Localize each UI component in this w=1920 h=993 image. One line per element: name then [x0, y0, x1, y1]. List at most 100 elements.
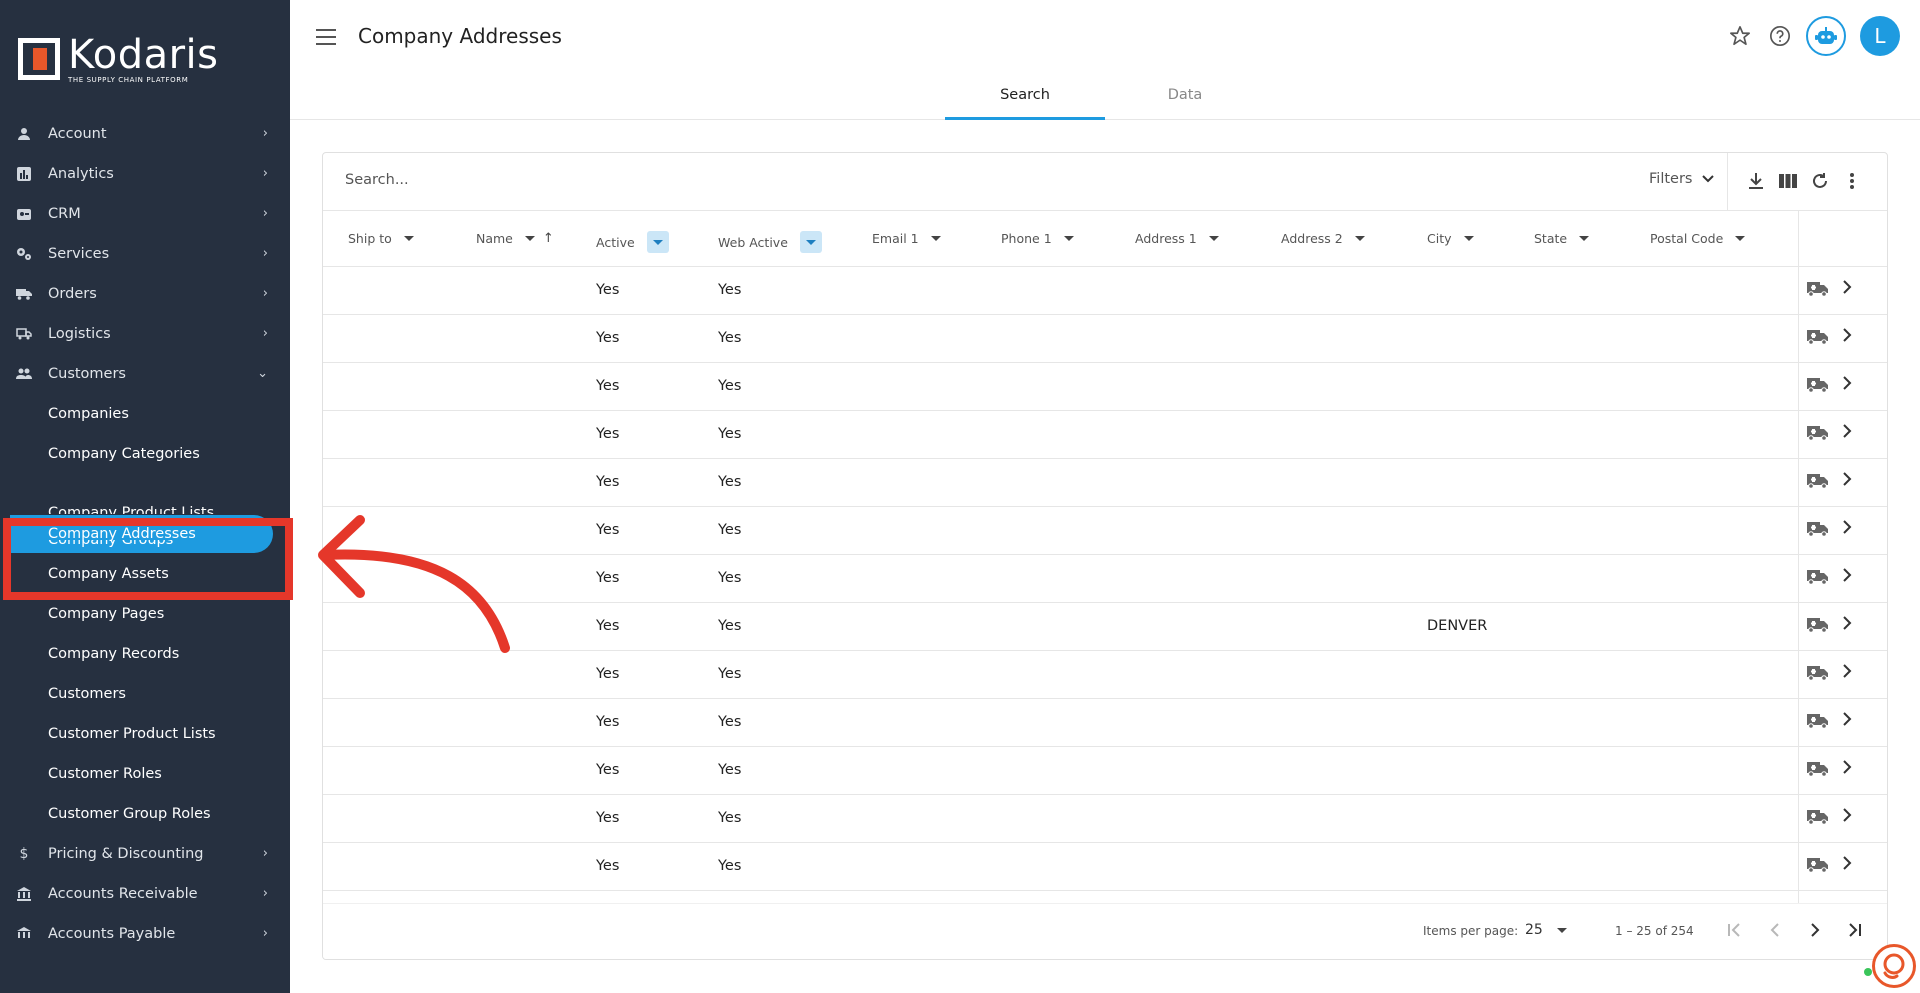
table-row[interactable]: Yes Yes	[323, 267, 1887, 315]
table-row[interactable]: Yes Yes	[323, 555, 1887, 603]
sidebar-subitem-customer-product-lists[interactable]: Customer Product Lists	[0, 714, 290, 754]
shipping-truck-icon[interactable]	[1807, 377, 1829, 393]
table-row[interactable]: Yes Yes	[323, 651, 1887, 699]
cell-city: DENVER	[1427, 618, 1488, 634]
active-filter-caret-icon[interactable]	[646, 231, 669, 253]
sidebar-subitem-customer-group-roles[interactable]: Customer Group Roles	[0, 794, 290, 834]
sidebar-subitem-customer-roles[interactable]: Customer Roles	[0, 754, 290, 794]
table-row[interactable]: Yes Yes DENVER	[323, 603, 1887, 651]
chevron-right-icon[interactable]	[1843, 807, 1852, 826]
sidebar-item-analytics[interactable]: Analytics ›	[0, 154, 290, 194]
active-filter-caret-icon[interactable]	[799, 231, 822, 253]
table-row[interactable]: Yes Yes	[323, 747, 1887, 795]
shipping-truck-icon[interactable]	[1807, 425, 1829, 441]
sidebar-subitem-company-pages[interactable]: Company Pages	[0, 594, 290, 634]
table-row[interactable]: Yes Yes	[323, 363, 1887, 411]
sidebar-subitem-company-categories[interactable]: Company Categories	[0, 434, 290, 474]
sidebar-subitem-company-product-lists[interactable]: Company Product Lists	[0, 474, 290, 514]
shipping-truck-icon[interactable]	[1807, 665, 1829, 681]
toolbar-divider	[1727, 153, 1728, 211]
star-icon[interactable]	[1728, 24, 1752, 48]
chevron-right-icon[interactable]	[1843, 375, 1852, 394]
column-header-city[interactable]: City	[1427, 231, 1474, 246]
help-icon[interactable]	[1768, 24, 1792, 48]
filters-button[interactable]: Filters	[1649, 171, 1715, 187]
column-header-phone-1[interactable]: Phone 1	[1001, 231, 1074, 246]
sidebar-subitem-customers[interactable]: Customers	[0, 674, 290, 714]
shipping-truck-icon[interactable]	[1807, 713, 1829, 729]
previous-page-icon[interactable]	[1763, 918, 1787, 942]
column-label: Ship to	[348, 231, 392, 246]
items-per-page-select[interactable]: 25	[1525, 922, 1567, 938]
sidebar-subitem-company-assets[interactable]: Company Assets	[0, 554, 290, 594]
column-header-address-2[interactable]: Address 2	[1281, 231, 1365, 246]
shipping-truck-icon[interactable]	[1807, 281, 1829, 297]
table-row[interactable]: Yes Yes	[323, 795, 1887, 843]
shipping-truck-icon[interactable]	[1807, 521, 1829, 537]
sidebar-item-customers[interactable]: Customers ⌄	[0, 354, 290, 394]
chevron-right-icon[interactable]	[1843, 663, 1852, 682]
sidebar-item-label: Analytics	[48, 166, 114, 182]
sidebar-subitem-company-records[interactable]: Company Records	[0, 634, 290, 674]
chevron-right-icon[interactable]	[1843, 567, 1852, 586]
dropdown-caret-icon	[524, 236, 535, 241]
sort-ascending-icon[interactable]: ↑	[543, 231, 554, 246]
shipping-truck-icon[interactable]	[1807, 329, 1829, 345]
sidebar-item-crm[interactable]: CRM ›	[0, 194, 290, 234]
column-header-web-active[interactable]: Web Active	[718, 231, 822, 253]
table-row[interactable]: Yes Yes	[323, 699, 1887, 747]
table-tools	[1745, 170, 1873, 192]
chevron-right-icon[interactable]	[1843, 279, 1852, 298]
sidebar-item-orders[interactable]: Orders ›	[0, 274, 290, 314]
assistant-bot-button[interactable]	[1806, 16, 1846, 56]
chevron-right-icon[interactable]	[1843, 471, 1852, 490]
user-avatar[interactable]: L	[1860, 16, 1900, 56]
chevron-right-icon[interactable]	[1843, 615, 1852, 634]
download-icon[interactable]	[1745, 170, 1767, 192]
first-page-icon[interactable]	[1723, 918, 1747, 942]
tab-search[interactable]: Search	[945, 80, 1105, 120]
chevron-right-icon[interactable]	[1843, 423, 1852, 442]
table-row[interactable]: Yes Yes	[323, 459, 1887, 507]
column-header-address-1[interactable]: Address 1	[1135, 231, 1219, 246]
sidebar-item-label: Orders	[48, 286, 97, 302]
sidebar-item-account[interactable]: Account ›	[0, 114, 290, 154]
column-header-name[interactable]: Name ↑	[476, 231, 554, 246]
search-input[interactable]	[345, 172, 945, 188]
shipping-truck-icon[interactable]	[1807, 473, 1829, 489]
column-header-ship-to[interactable]: Ship to	[348, 231, 414, 246]
chevron-right-icon[interactable]	[1843, 327, 1852, 346]
sidebar-item-logistics[interactable]: Logistics ›	[0, 314, 290, 354]
sidebar-subitem-companies[interactable]: Companies	[0, 394, 290, 434]
more-vert-icon[interactable]	[1841, 170, 1863, 192]
chevron-right-icon[interactable]	[1843, 759, 1852, 778]
columns-icon[interactable]	[1777, 170, 1799, 192]
next-page-icon[interactable]	[1803, 918, 1827, 942]
shipping-truck-icon[interactable]	[1807, 761, 1829, 777]
shipping-truck-icon[interactable]	[1807, 569, 1829, 585]
table-row[interactable]: Yes Yes	[323, 507, 1887, 555]
sidebar-item-accounts-payable[interactable]: Accounts Payable ›	[0, 914, 290, 954]
account-icon	[16, 127, 32, 141]
chat-support-button[interactable]	[1872, 944, 1916, 988]
chevron-right-icon[interactable]	[1843, 855, 1852, 874]
shipping-truck-icon[interactable]	[1807, 857, 1829, 873]
sidebar-item-services[interactable]: Services ›	[0, 234, 290, 274]
column-header-postal-code[interactable]: Postal Code	[1650, 231, 1746, 246]
column-header-state[interactable]: State	[1534, 231, 1590, 246]
table-row[interactable]: Yes Yes	[323, 411, 1887, 459]
shipping-truck-icon[interactable]	[1807, 617, 1829, 633]
chevron-right-icon[interactable]	[1843, 711, 1852, 730]
table-row[interactable]: Yes Yes	[323, 843, 1887, 891]
refresh-icon[interactable]	[1809, 170, 1831, 192]
sidebar-item-pricing[interactable]: $ Pricing & Discounting ›	[0, 834, 290, 874]
sidebar-item-accounts-receivable[interactable]: Accounts Receivable ›	[0, 874, 290, 914]
tab-data[interactable]: Data	[1105, 80, 1265, 120]
column-header-active[interactable]: Active	[596, 231, 669, 253]
shipping-truck-icon[interactable]	[1807, 809, 1829, 825]
menu-icon[interactable]	[316, 29, 336, 45]
table-row[interactable]: Yes Yes	[323, 315, 1887, 363]
chevron-right-icon[interactable]	[1843, 519, 1852, 538]
column-header-email-1[interactable]: Email 1	[872, 231, 941, 246]
last-page-icon[interactable]	[1843, 918, 1867, 942]
